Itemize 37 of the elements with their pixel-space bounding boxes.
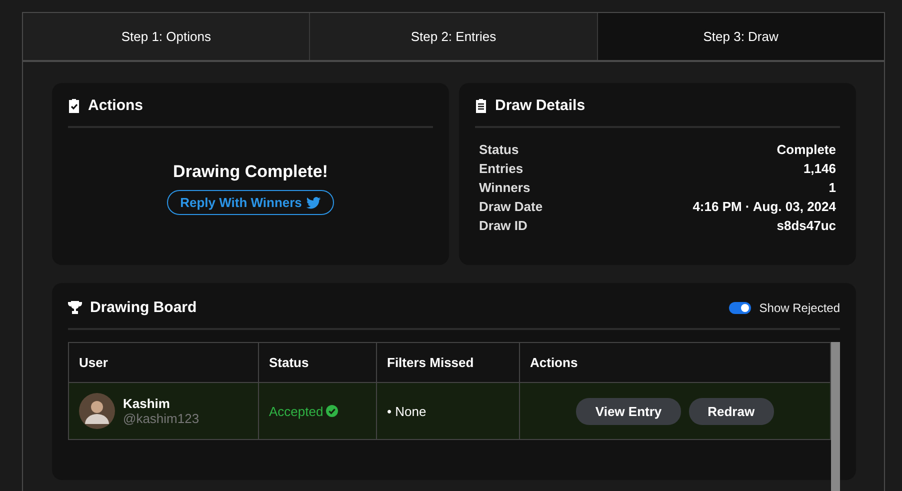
detail-value: s8ds47uc xyxy=(776,218,836,233)
detail-value: Complete xyxy=(776,142,836,157)
scrollbar[interactable] xyxy=(831,342,840,491)
column-header: User xyxy=(68,342,258,382)
filters-missed-text: • None xyxy=(387,404,426,418)
clipboard-check-icon xyxy=(68,98,80,113)
detail-label: Draw Date xyxy=(479,199,543,214)
toggle-label: Show Rejected xyxy=(759,300,840,314)
column-header: Actions xyxy=(520,342,830,382)
show-rejected-toggle[interactable] xyxy=(729,302,752,314)
user-name: Kashim xyxy=(123,396,171,411)
card-title: Drawing Board xyxy=(90,299,197,316)
reply-button[interactable]: Reply With Winners xyxy=(167,190,334,215)
detail-label: Draw ID xyxy=(479,218,528,233)
card-title: Actions xyxy=(88,97,144,114)
bird-icon xyxy=(306,196,321,208)
column-header: Filters Missed xyxy=(376,342,520,382)
column-header: Status xyxy=(258,342,376,382)
step-tab[interactable]: Step 2: Entries xyxy=(310,13,598,60)
status-text: Accepted xyxy=(269,404,324,418)
status-message: Drawing Complete! xyxy=(173,162,328,182)
trophy-icon xyxy=(68,301,82,314)
clipboard-list-icon xyxy=(475,98,487,113)
row-action-button[interactable]: View Entry xyxy=(576,398,681,424)
user-handle: @kashim123 xyxy=(123,411,200,426)
step-tab[interactable]: Step 1: Options xyxy=(23,13,310,60)
detail-label: Winners xyxy=(479,180,530,195)
detail-value: 4:16 PM · Aug. 03, 2024 xyxy=(692,199,836,214)
detail-value: 1 xyxy=(828,180,836,195)
step-tab[interactable]: Step 3: Draw xyxy=(598,13,884,60)
check-circle-icon xyxy=(326,404,338,416)
row-action-button[interactable]: Redraw xyxy=(688,398,774,424)
avatar-icon xyxy=(79,393,115,429)
detail-value: 1,146 xyxy=(803,161,836,176)
detail-label: Status xyxy=(479,142,519,157)
card-title: Draw Details xyxy=(495,97,586,114)
detail-label: Entries xyxy=(479,161,524,176)
